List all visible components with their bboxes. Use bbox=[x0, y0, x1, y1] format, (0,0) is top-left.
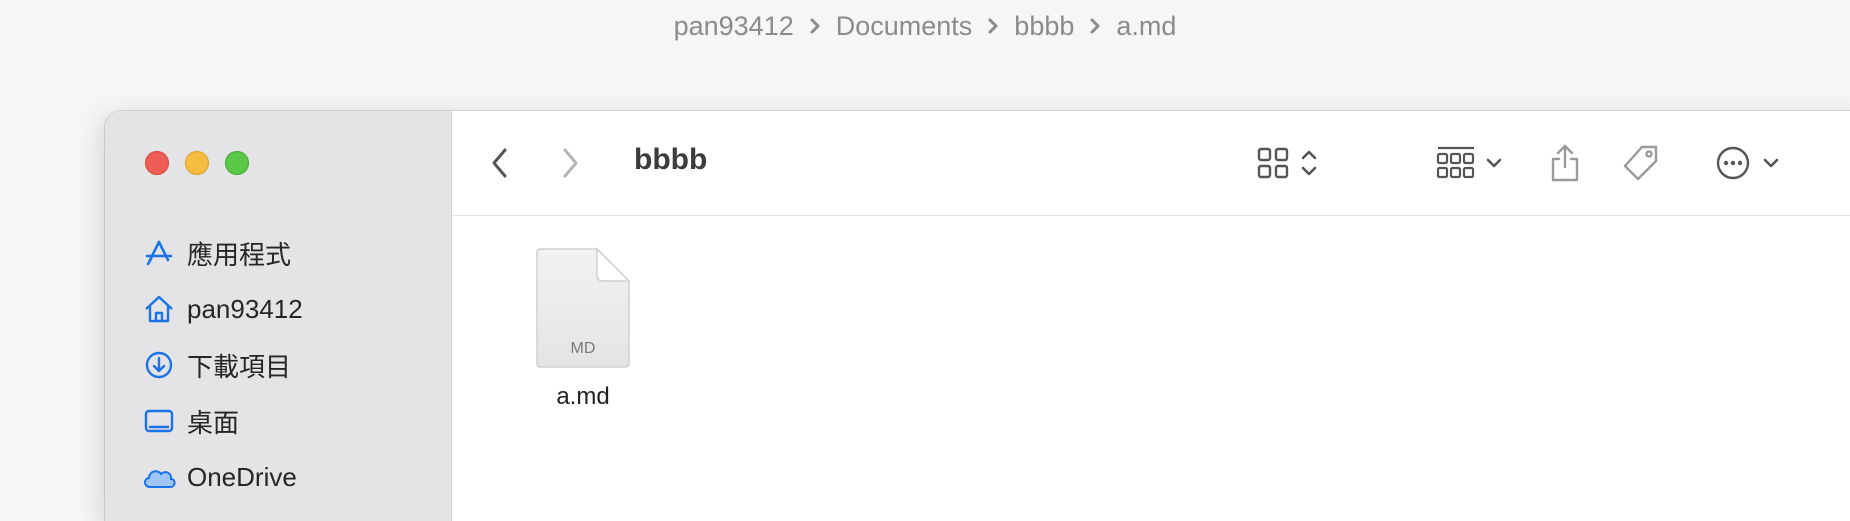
sidebar-item-onedrive[interactable]: OneDrive bbox=[105, 449, 452, 505]
folder-title: bbbb bbox=[634, 143, 708, 176]
sidebar-item-label: OneDrive bbox=[187, 461, 297, 492]
group-by-button[interactable] bbox=[1432, 141, 1508, 185]
sidebar-item-desktop[interactable]: 桌面 bbox=[105, 393, 452, 449]
home-icon bbox=[141, 291, 177, 327]
tag-icon bbox=[1623, 145, 1658, 181]
sidebar-item-downloads[interactable]: 下載項目 bbox=[105, 337, 452, 393]
window-controls bbox=[145, 151, 249, 175]
sidebar-item-label: pan93412 bbox=[187, 293, 303, 324]
breadcrumb-item[interactable]: Documents bbox=[826, 11, 983, 42]
breadcrumb-item[interactable]: pan93412 bbox=[664, 11, 804, 42]
minimize-window-button[interactable] bbox=[185, 151, 209, 175]
share-icon bbox=[1551, 144, 1579, 182]
breadcrumb-item[interactable]: bbbb bbox=[1004, 11, 1084, 42]
chevron-down-icon bbox=[1486, 158, 1502, 168]
sidebar-list: 應用程式 pan93412 下載項目 桌面 OneDrive bbox=[105, 225, 452, 505]
file-name: a.md bbox=[556, 383, 610, 410]
file-item[interactable]: MD a.md bbox=[528, 247, 638, 411]
view-mode-button[interactable] bbox=[1252, 141, 1324, 185]
sidebar-item-label: 桌面 bbox=[187, 407, 240, 438]
sidebar-item-home[interactable]: pan93412 bbox=[105, 281, 452, 337]
back-button[interactable] bbox=[480, 141, 520, 185]
file-type-label: MD bbox=[571, 340, 596, 357]
chevron-down-icon bbox=[1763, 158, 1779, 168]
app-store-icon bbox=[141, 235, 177, 271]
sidebar-item-label: 下載項目 bbox=[187, 351, 292, 382]
toolbar: bbbb bbox=[452, 111, 1850, 216]
maximize-window-button[interactable] bbox=[225, 151, 249, 175]
sidebar-item-label: 應用程式 bbox=[187, 239, 292, 270]
file-browser-content: MD a.md bbox=[452, 217, 1850, 521]
breadcrumb-item[interactable]: a.md bbox=[1106, 11, 1186, 42]
chevron-right-icon bbox=[988, 18, 998, 34]
chevron-right-icon bbox=[1090, 18, 1100, 34]
sidebar: 應用程式 pan93412 下載項目 桌面 OneDrive bbox=[105, 111, 452, 521]
breadcrumb: pan93412 Documents bbbb a.md bbox=[0, 8, 1850, 44]
download-icon bbox=[141, 347, 177, 383]
group-view-icon bbox=[1436, 146, 1475, 179]
finder-window: 應用程式 pan93412 下載項目 桌面 OneDrive bbbb MD a… bbox=[105, 111, 1850, 521]
chevron-left-icon bbox=[492, 148, 507, 178]
close-window-button[interactable] bbox=[145, 151, 169, 175]
chevron-right-icon bbox=[563, 148, 578, 178]
forward-button[interactable] bbox=[550, 141, 590, 185]
chevron-right-icon bbox=[810, 18, 820, 34]
markdown-file-icon: MD bbox=[536, 247, 631, 368]
tag-button[interactable] bbox=[1618, 139, 1664, 187]
cloud-icon bbox=[141, 459, 177, 495]
sidebar-item-applications[interactable]: 應用程式 bbox=[105, 225, 452, 281]
ellipsis-circle-icon bbox=[1716, 146, 1750, 180]
icon-grid-view-icon bbox=[1257, 147, 1289, 179]
share-button[interactable] bbox=[1542, 139, 1588, 187]
desktop-icon bbox=[141, 403, 177, 439]
chevron-up-down-icon bbox=[1301, 150, 1317, 176]
more-actions-button[interactable] bbox=[1708, 141, 1788, 185]
